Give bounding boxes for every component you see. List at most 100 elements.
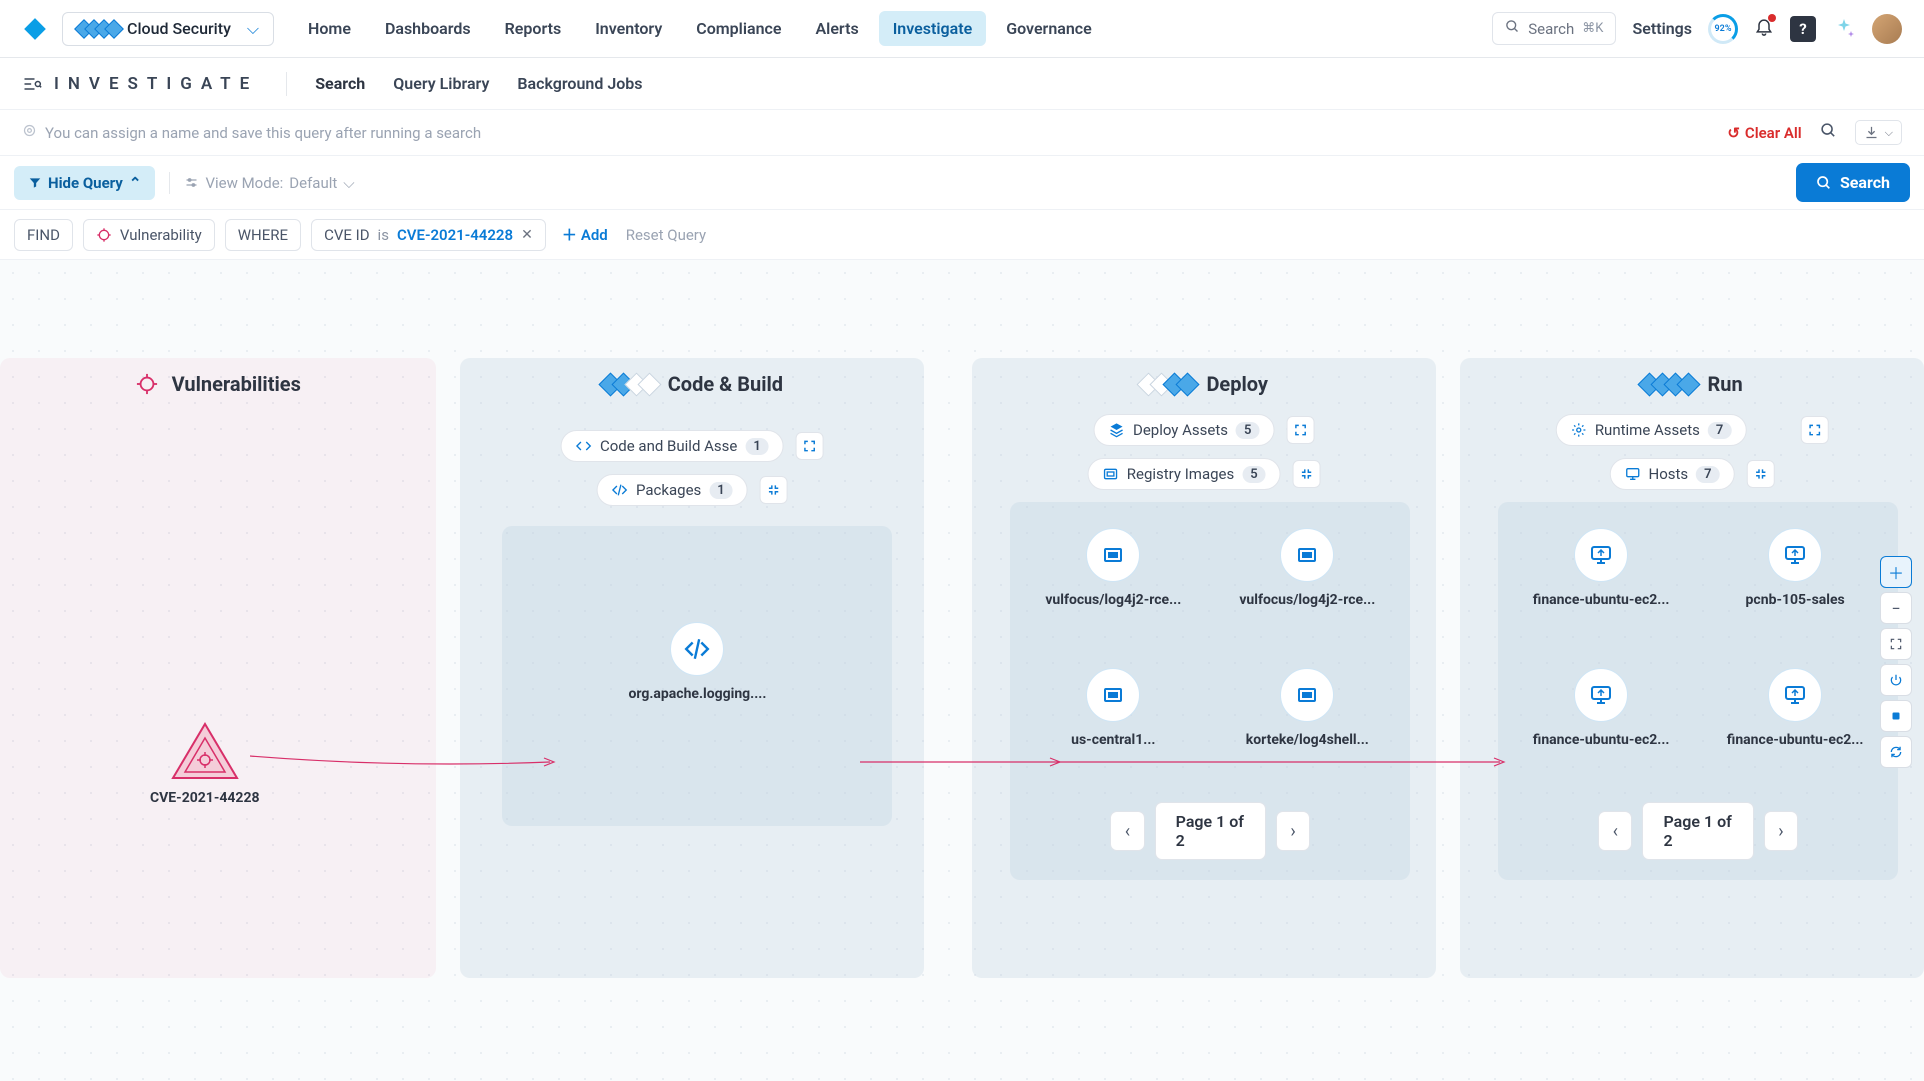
context-label: Cloud Security <box>127 19 231 38</box>
entity-pill[interactable]: Vulnerability <box>83 219 215 251</box>
page-prev-button[interactable]: ‹ <box>1110 811 1144 851</box>
context-selector[interactable]: Cloud Security ⌵ <box>62 12 274 46</box>
host-node[interactable]: finance-ubuntu-ec2... <box>1520 668 1682 748</box>
nav-alerts[interactable]: Alerts <box>801 11 872 46</box>
column-vulnerabilities: Vulnerabilities CVE-2021-44228 <box>0 358 436 978</box>
subnav-tab-query-library[interactable]: Query Library <box>393 74 489 93</box>
monitor-icon <box>1574 668 1628 722</box>
topbar-right: Search ⌘K Settings 92% ? <box>1492 12 1902 45</box>
package-node[interactable]: org.apache.logging.... <box>616 622 778 702</box>
help-icon[interactable]: ? <box>1790 16 1816 42</box>
nav-reports[interactable]: Reports <box>491 11 576 46</box>
search-button[interactable]: Search <box>1796 163 1910 202</box>
chip-runtime-assets[interactable]: Runtime Assets 7 <box>1556 414 1747 446</box>
hint-icon <box>22 123 37 142</box>
subnav-tab-search[interactable]: Search <box>315 74 365 93</box>
host-node[interactable]: pcnb-105-sales <box>1714 528 1876 608</box>
global-search[interactable]: Search ⌘K <box>1492 12 1616 45</box>
hosts-container: finance-ubuntu-ec2... pcnb-105-sales fin… <box>1498 502 1898 880</box>
chip-registry-images[interactable]: Registry Images 5 <box>1088 458 1281 490</box>
image-node[interactable]: vulfocus/log4j2-rce... <box>1226 528 1388 608</box>
expand-button[interactable] <box>1286 416 1314 444</box>
nav-investigate[interactable]: Investigate <box>879 11 987 46</box>
runtime-icon <box>1571 422 1587 438</box>
collapse-button[interactable] <box>760 476 788 504</box>
nav-dashboards[interactable]: Dashboards <box>371 11 485 46</box>
collapse-button[interactable] <box>1293 460 1321 488</box>
subnav-title: INVESTIGATE <box>22 74 258 94</box>
monitor-icon <box>1768 528 1822 582</box>
chip-packages[interactable]: Packages 1 <box>597 474 748 506</box>
packages-container: org.apache.logging.... <box>502 526 892 826</box>
expand-button[interactable] <box>1800 416 1828 444</box>
ai-assistant-icon[interactable] <box>1832 17 1856 41</box>
code-icon <box>670 622 724 676</box>
chip-code-build-assets[interactable]: Code and Build Asse 1 <box>561 430 784 462</box>
column-run: Run Runtime Assets 7 Hosts <box>1460 358 1924 978</box>
images-container: vulfocus/log4j2-rce... vulfocus/log4j2-r… <box>1010 502 1410 880</box>
where-keyword[interactable]: WHERE <box>225 219 301 251</box>
column-title: Deploy <box>1206 372 1268 396</box>
stage-diamonds-icon <box>602 376 654 393</box>
power-button[interactable] <box>1880 664 1912 696</box>
container-image-icon <box>1086 528 1140 582</box>
canvas-controls: ＋ − <box>1880 556 1912 768</box>
export-dropdown[interactable]: ⌵ <box>1855 120 1902 145</box>
page-prev-button[interactable]: ‹ <box>1598 811 1632 851</box>
nav-inventory[interactable]: Inventory <box>581 11 676 46</box>
column-title: Run <box>1707 372 1742 396</box>
image-icon <box>1103 466 1119 482</box>
stop-button[interactable] <box>1880 700 1912 732</box>
hide-query-toggle[interactable]: Hide Query ⌃ <box>14 166 155 200</box>
image-node[interactable]: us-central1... <box>1032 668 1194 748</box>
code-icon <box>612 482 628 498</box>
find-keyword[interactable]: FIND <box>14 219 73 251</box>
infobar: You can assign a name and save this quer… <box>0 110 1924 156</box>
progress-ring[interactable]: 92% <box>1708 14 1738 44</box>
nav-home[interactable]: Home <box>294 11 365 46</box>
deploy-pager: ‹ Page 1 of 2 › <box>1110 802 1310 860</box>
undo-icon: ↺ <box>1727 124 1740 142</box>
chevron-up-icon: ⌃ <box>129 174 142 192</box>
collapse-button[interactable] <box>1747 460 1775 488</box>
settings-link[interactable]: Settings <box>1632 19 1692 38</box>
image-node[interactable]: vulfocus/log4j2-rce... <box>1032 528 1194 608</box>
view-mode-selector[interactable]: View Mode: Default ⌵ <box>184 174 354 192</box>
expand-button[interactable] <box>796 432 824 460</box>
chip-deploy-assets[interactable]: Deploy Assets 5 <box>1094 414 1274 446</box>
image-node[interactable]: korteke/log4shell... <box>1226 668 1388 748</box>
condition-pill[interactable]: CVE ID is CVE-2021-44228 ✕ <box>311 219 546 251</box>
page-label: Page 1 of 2 <box>1155 802 1266 860</box>
page-next-button[interactable]: › <box>1764 811 1798 851</box>
fit-screen-button[interactable] <box>1880 628 1912 660</box>
vulnerability-node[interactable]: CVE-2021-44228 <box>150 720 260 806</box>
graph-canvas[interactable]: Vulnerabilities CVE-2021-44228 Code & Bu… <box>0 260 1924 1080</box>
nav-compliance[interactable]: Compliance <box>682 11 795 46</box>
nav-governance[interactable]: Governance <box>992 11 1106 46</box>
page-label: Page 1 of 2 <box>1642 802 1753 860</box>
container-image-icon <box>1086 668 1140 722</box>
chip-hosts[interactable]: Hosts 7 <box>1610 458 1735 490</box>
reset-query-button[interactable]: Reset Query <box>626 226 706 244</box>
host-node[interactable]: finance-ubuntu-ec2... <box>1520 528 1682 608</box>
column-deploy: Deploy Deploy Assets 5 Regist <box>972 358 1436 978</box>
search-result-search-icon[interactable] <box>1820 122 1837 144</box>
zoom-out-button[interactable]: − <box>1880 592 1912 624</box>
user-avatar[interactable] <box>1872 14 1902 44</box>
add-condition-button[interactable]: ＋ Add <box>562 224 608 245</box>
zoom-in-button[interactable]: ＋ <box>1880 556 1912 588</box>
progress-value: 92% <box>1715 24 1732 34</box>
remove-condition-icon[interactable]: ✕ <box>521 227 533 243</box>
container-image-icon <box>1280 528 1334 582</box>
hint-text: You can assign a name and save this quer… <box>45 124 481 142</box>
host-node[interactable]: finance-ubuntu-ec2... <box>1714 668 1876 748</box>
subnav-tab-background-jobs[interactable]: Background Jobs <box>517 74 642 93</box>
logo[interactable] <box>22 16 48 42</box>
refresh-button[interactable] <box>1880 736 1912 768</box>
search-shortcut: ⌘K <box>1582 21 1603 36</box>
notifications-bell-icon[interactable] <box>1754 16 1774 41</box>
column-code-build: Code & Build Code and Build Asse 1 <box>460 358 924 978</box>
page-next-button[interactable]: › <box>1276 811 1310 851</box>
context-diamonds-icon <box>77 22 117 36</box>
clear-all-button[interactable]: ↺ Clear All <box>1727 124 1801 142</box>
